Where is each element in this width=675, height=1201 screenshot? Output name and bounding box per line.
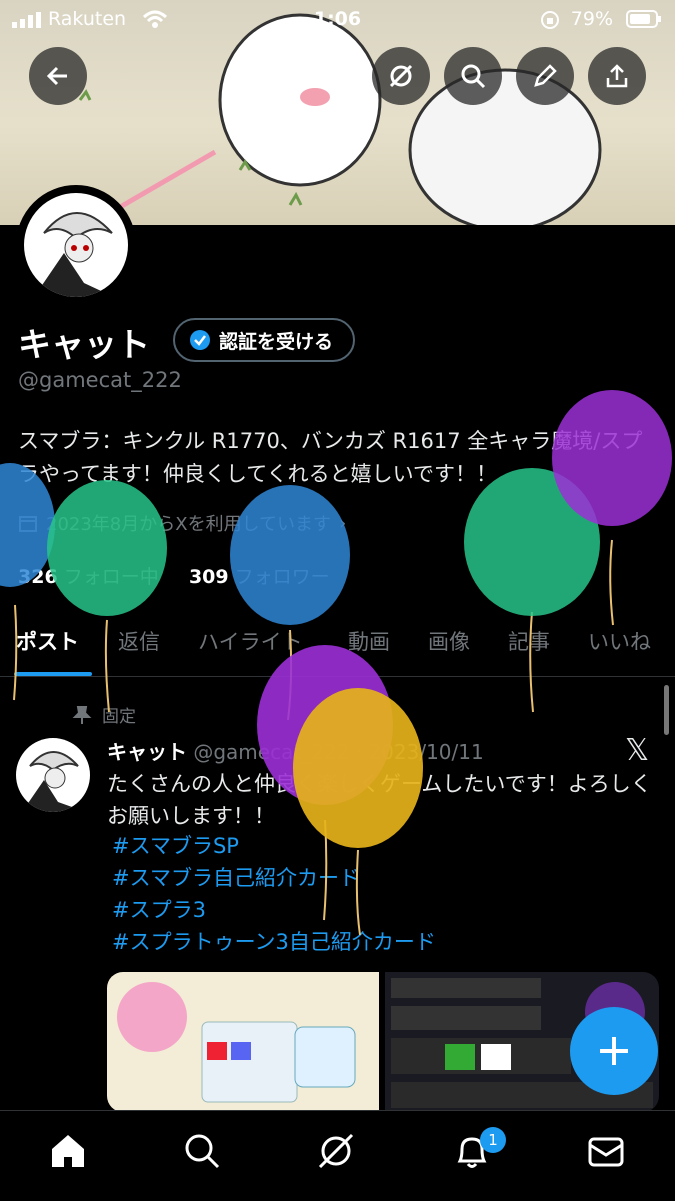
scrollbar[interactable]: [664, 685, 669, 735]
compose-button[interactable]: [570, 1007, 658, 1095]
profile-handle: @gamecat_222: [18, 368, 182, 392]
tab-posts[interactable]: ポスト: [16, 626, 79, 656]
grok-button[interactable]: [372, 47, 430, 105]
followers-link[interactable]: 309 フォロワー: [189, 566, 330, 588]
plus-icon: [600, 1037, 628, 1065]
post-text: たくさんの人と仲良く楽しくゲームしたいです！よろしくお願いします！！: [107, 772, 652, 828]
following-link[interactable]: 326 フォロー中: [18, 566, 159, 588]
post-hashtags: #スマブラSP #スマブラ自己紹介カード #スプラ3 #スプラトゥーン3自己紹介…: [112, 830, 436, 958]
profile-tabs: ポスト 返信 ハイライト 動画 画像 記事 いいね: [0, 620, 675, 677]
get-verified-button[interactable]: 認証を受ける: [173, 318, 356, 362]
pinned-indicator: 固定: [72, 702, 136, 727]
mail-icon[interactable]: [586, 1131, 626, 1171]
pinned-label: 固定: [102, 707, 136, 727]
notification-badge: 1: [480, 1127, 506, 1153]
hashtag-link[interactable]: #スマブラSP: [112, 830, 436, 862]
smash-card-thumbnail: [117, 982, 356, 1103]
share-button[interactable]: [588, 47, 646, 105]
profile-name: キャット: [18, 325, 150, 364]
joined-date[interactable]: 2023年8月からXを利用しています ›: [18, 510, 346, 536]
chevron-right-icon: ›: [339, 512, 347, 534]
active-tab-indicator: [14, 672, 92, 676]
get-verified-label: 認証を受ける: [219, 330, 334, 353]
home-icon[interactable]: [48, 1131, 88, 1171]
post-handle-date: @gamecat_222 · 2023/10/11: [193, 740, 484, 764]
tab-images[interactable]: 画像: [428, 626, 470, 656]
grok-icon[interactable]: [316, 1131, 356, 1171]
following-count: 326: [18, 566, 58, 588]
calendar-icon: [19, 516, 37, 532]
avatar-image: [22, 751, 86, 812]
follow-stats: 326 フォロー中 309 フォロワー: [18, 562, 330, 589]
battery-icon: [626, 10, 661, 28]
hashtag-link[interactable]: #スマブラ自己紹介カード: [112, 862, 436, 894]
hashtag-link[interactable]: #スプラトゥーン3自己紹介カード: [112, 926, 436, 958]
tab-highlights[interactable]: ハイライト: [198, 626, 303, 656]
x-logo-icon: 𝕏: [625, 733, 650, 768]
avatar-image: [34, 212, 114, 297]
status-bar: Rakuten 1:06 79%: [0, 0, 675, 38]
media-image-smash-card[interactable]: [107, 972, 379, 1112]
profile-bio: スマブラ：キンクル R1770、バンカズ R1617 全キャラ魔境/スプラやって…: [18, 429, 643, 486]
search-icon[interactable]: [182, 1131, 222, 1171]
tab-likes[interactable]: いいね: [588, 626, 651, 656]
tab-videos[interactable]: 動画: [348, 626, 390, 656]
pencil-icon: [534, 64, 557, 87]
search-button[interactable]: [444, 47, 502, 105]
pin-icon: [72, 705, 92, 724]
following-label: フォロー中: [63, 566, 159, 588]
bottom-nav: [0, 1110, 675, 1201]
share-icon: [606, 64, 628, 88]
hashtag-link[interactable]: #スプラ3: [112, 894, 436, 926]
profile-avatar[interactable]: [16, 185, 136, 305]
orientation-lock-icon: [541, 11, 559, 29]
verified-badge-icon: [190, 330, 210, 350]
post-avatar[interactable]: [16, 738, 90, 812]
followers-label: フォロワー: [234, 566, 330, 588]
battery-percent: 79%: [570, 8, 613, 30]
followers-count: 309: [188, 566, 229, 588]
tab-articles[interactable]: 記事: [508, 626, 550, 656]
post-header: キャット @gamecat_222 · 2023/10/11: [107, 736, 484, 765]
post-author[interactable]: キャット: [107, 740, 187, 764]
tab-replies[interactable]: 返信: [118, 626, 160, 656]
back-button[interactable]: [29, 47, 87, 105]
joined-label: 2023年8月からXを利用しています: [46, 514, 332, 535]
arrow-left-icon: [46, 66, 67, 86]
grok-icon: [389, 64, 413, 88]
search-icon: [461, 64, 486, 89]
edit-button[interactable]: [516, 47, 574, 105]
